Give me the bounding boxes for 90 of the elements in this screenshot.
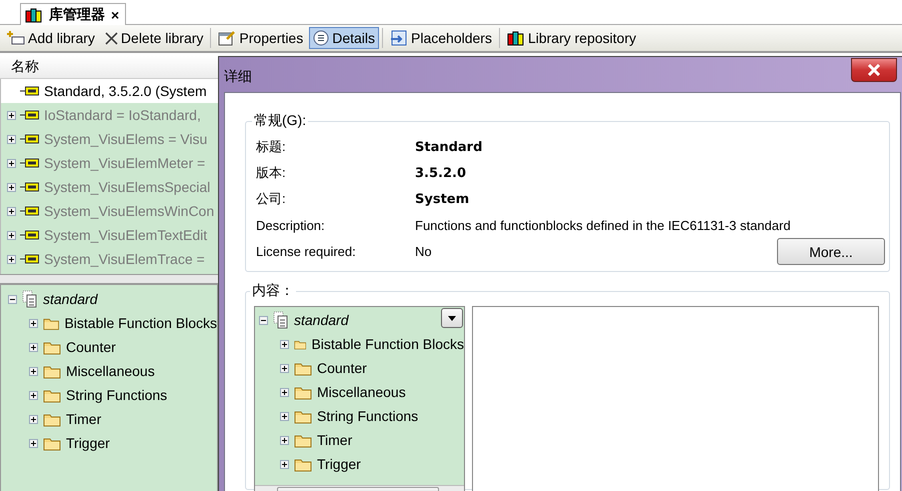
document-icon xyxy=(22,290,38,308)
field-value: System xyxy=(415,192,470,206)
collapse-icon[interactable] xyxy=(259,316,268,324)
folder-icon xyxy=(294,360,312,376)
details-icon xyxy=(313,30,330,46)
toolbar-button[interactable]: Delete library xyxy=(100,27,208,49)
folder-label[interactable]: Miscellaneous xyxy=(317,384,406,400)
dropdown-button[interactable] xyxy=(441,308,463,328)
folder-icon xyxy=(294,456,312,472)
close-icon xyxy=(867,64,881,76)
tree-root-label[interactable]: standard xyxy=(294,312,348,328)
close-button[interactable] xyxy=(851,58,897,82)
expand-icon[interactable] xyxy=(280,436,289,444)
folder-icon xyxy=(294,384,312,400)
field-value: Functions and functionblocks defined in the IEC61131-3 standard xyxy=(415,218,791,232)
document-icon xyxy=(273,311,289,329)
library-name: System_VisuElemTextEdit xyxy=(44,227,208,243)
version-badge-icon xyxy=(20,230,40,240)
add-icon xyxy=(7,30,25,46)
toolbar-button[interactable]: Details xyxy=(309,27,380,49)
field-label: 公司: xyxy=(256,190,287,208)
properties-icon xyxy=(218,30,236,46)
field-label: Description: xyxy=(256,218,326,232)
version-badge-icon xyxy=(20,158,40,168)
library-name: System_VisuElemsWinCon xyxy=(44,203,214,219)
folder-icon xyxy=(43,388,61,402)
library-name: System_VisuElemMeter = xyxy=(44,155,206,171)
folder-icon xyxy=(43,364,61,378)
expand-icon[interactable] xyxy=(29,390,38,400)
folder-label[interactable]: Trigger xyxy=(66,435,110,451)
toolbar-button[interactable]: Properties xyxy=(214,27,308,49)
expand-icon[interactable] xyxy=(29,414,38,424)
folder-label[interactable]: Timer xyxy=(317,432,352,448)
group-legend: 内容： xyxy=(250,282,296,300)
folder-icon xyxy=(294,408,312,424)
tree-root-label[interactable]: standard xyxy=(43,291,98,307)
version-badge-icon xyxy=(20,206,40,216)
field-label: 版本: xyxy=(256,164,287,182)
folder-label[interactable]: Counter xyxy=(317,360,367,376)
folder-label[interactable]: Miscellaneous xyxy=(66,363,155,379)
close-tab-button[interactable]: × xyxy=(111,6,120,22)
delete-icon xyxy=(104,32,118,44)
expand-icon[interactable] xyxy=(29,318,38,328)
folder-icon xyxy=(43,340,61,354)
books-icon xyxy=(25,6,43,22)
toolbar-button[interactable]: Library repository xyxy=(502,27,640,49)
expand-icon[interactable] xyxy=(280,340,289,348)
dialog-title: 详细 xyxy=(224,68,252,86)
library-row[interactable]: Standard, 3.5.2.0 (System xyxy=(1,79,218,103)
toolbar-button[interactable]: Add library xyxy=(3,27,99,49)
expand-icon[interactable] xyxy=(29,366,38,376)
expand-icon[interactable] xyxy=(280,364,289,372)
library-name: IoStandard = IoStandard, xyxy=(44,107,201,123)
folder-label[interactable]: Counter xyxy=(66,339,116,355)
toolbar-button[interactable]: Placeholders xyxy=(386,27,496,49)
expand-icon[interactable] xyxy=(280,388,289,396)
field-label: 标题: xyxy=(256,138,287,156)
folder-icon xyxy=(43,412,61,426)
folder-label[interactable]: String Functions xyxy=(317,408,418,424)
collapse-icon[interactable] xyxy=(8,294,17,304)
folder-icon xyxy=(294,432,312,448)
field-label: License required: xyxy=(256,244,357,259)
caret-icon xyxy=(448,316,456,320)
version-badge-icon xyxy=(20,110,40,120)
expand-icon[interactable] xyxy=(29,342,38,352)
library-name: System_VisuElems = Visu xyxy=(44,131,208,147)
more-button[interactable]: More... xyxy=(777,238,885,265)
field-value: No xyxy=(415,244,432,259)
version-badge-icon xyxy=(20,86,40,96)
placeholders-icon xyxy=(390,30,408,46)
folder-label[interactable]: Bistable Function Blocks xyxy=(311,336,464,352)
folder-label[interactable]: String Functions xyxy=(66,387,168,403)
expand-icon[interactable] xyxy=(280,412,289,420)
expand-icon[interactable] xyxy=(29,438,38,448)
library-name: System_VisuElemTrace = xyxy=(44,251,205,267)
folder-label[interactable]: Bistable Function Blocks xyxy=(64,315,217,331)
group-legend: 常规(G): xyxy=(252,112,308,130)
version-badge-icon xyxy=(20,254,40,264)
version-badge-icon xyxy=(20,134,40,144)
field-value: 3.5.2.0 xyxy=(415,166,466,180)
folder-label[interactable]: Trigger xyxy=(317,456,361,472)
folder-label[interactable]: Timer xyxy=(66,411,102,427)
books-icon xyxy=(506,30,525,46)
folder-icon xyxy=(43,436,61,450)
expand-icon[interactable] xyxy=(280,460,289,468)
field-value: Standard xyxy=(415,140,482,154)
version-badge-icon xyxy=(20,182,40,192)
library-name: Standard, 3.5.2.0 (System xyxy=(44,83,207,99)
library-manager-tab[interactable]: 库管理器 × xyxy=(20,3,126,25)
library-name: System_VisuElemsSpecial xyxy=(44,179,210,195)
